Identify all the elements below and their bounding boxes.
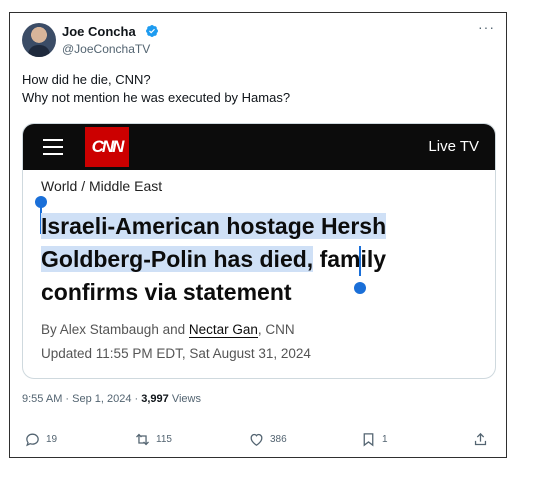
- share-icon: [474, 432, 487, 446]
- headline-line-3: confirms via statement: [41, 279, 292, 305]
- article-section: World / Middle East: [41, 178, 163, 194]
- hamburger-menu-icon: [43, 139, 63, 155]
- tweet-text-line: Why not mention he was executed by Hamas…: [22, 90, 291, 105]
- bookmark-button[interactable]: 1: [360, 431, 388, 448]
- headline-rest: family: [313, 246, 387, 272]
- reply-count: 19: [46, 434, 58, 445]
- selection-end-handle-icon: [354, 282, 366, 294]
- repost-count: 115: [156, 434, 172, 445]
- author-name[interactable]: Joe Concha: [62, 24, 136, 39]
- author-handle[interactable]: @JoeConchaTV: [62, 42, 150, 56]
- action-bar: 19 115 386 1: [22, 431, 494, 451]
- like-button[interactable]: 386: [248, 431, 287, 448]
- more-options-icon[interactable]: ···: [478, 19, 495, 35]
- reply-icon: [26, 433, 39, 447]
- tweet-meta: 9:55 AM · Sep 1, 2024 · 3,997 Views: [22, 393, 201, 405]
- repost-icon: [136, 433, 149, 446]
- verified-badge-icon: [146, 25, 158, 37]
- headline-highlight-2: Goldberg-Polin has died,: [41, 246, 314, 272]
- article-headline: Israeli-American hostage Hersh Goldberg-…: [41, 210, 481, 309]
- article-byline: By Alex Stambaugh and Nectar Gan, CNN: [41, 322, 295, 338]
- bookmark-count: 1: [382, 434, 388, 445]
- tweet-timestamp[interactable]: 9:55 AM · Sep 1, 2024 ·: [22, 393, 141, 405]
- article-updated: Updated 11:55 PM EDT, Sat August 31, 202…: [41, 346, 311, 361]
- repost-button[interactable]: 115: [134, 431, 172, 448]
- heart-icon: [250, 433, 263, 446]
- headline-highlight-1: Israeli-American hostage Hersh: [41, 213, 387, 239]
- views-label: Views: [168, 393, 201, 405]
- byline-author-link: Nectar Gan: [188, 322, 258, 338]
- cnn-logo: CNN: [85, 127, 129, 167]
- bookmark-icon: [363, 433, 374, 447]
- selection-end-caret: [359, 246, 361, 276]
- live-tv-label: Live TV: [428, 138, 479, 155]
- tweet-text-line: How did he die, CNN?: [22, 72, 151, 87]
- like-count: 386: [270, 434, 287, 445]
- tweet-text: How did he die, CNN? Why not mention he …: [22, 71, 290, 107]
- share-button[interactable]: [472, 431, 494, 448]
- avatar[interactable]: [22, 23, 56, 57]
- reply-button[interactable]: 19: [24, 431, 57, 448]
- byline-prefix: By Alex Stambaugh and: [41, 322, 189, 337]
- cnn-header-bar: CNN Live TV: [23, 124, 495, 170]
- views-count: 3,997: [141, 393, 169, 405]
- tweet-card: Joe Concha @JoeConchaTV ··· How did he d…: [9, 12, 507, 458]
- embedded-screenshot[interactable]: CNN Live TV World / Middle East Israeli-…: [22, 123, 496, 379]
- byline-suffix: , CNN: [257, 322, 295, 337]
